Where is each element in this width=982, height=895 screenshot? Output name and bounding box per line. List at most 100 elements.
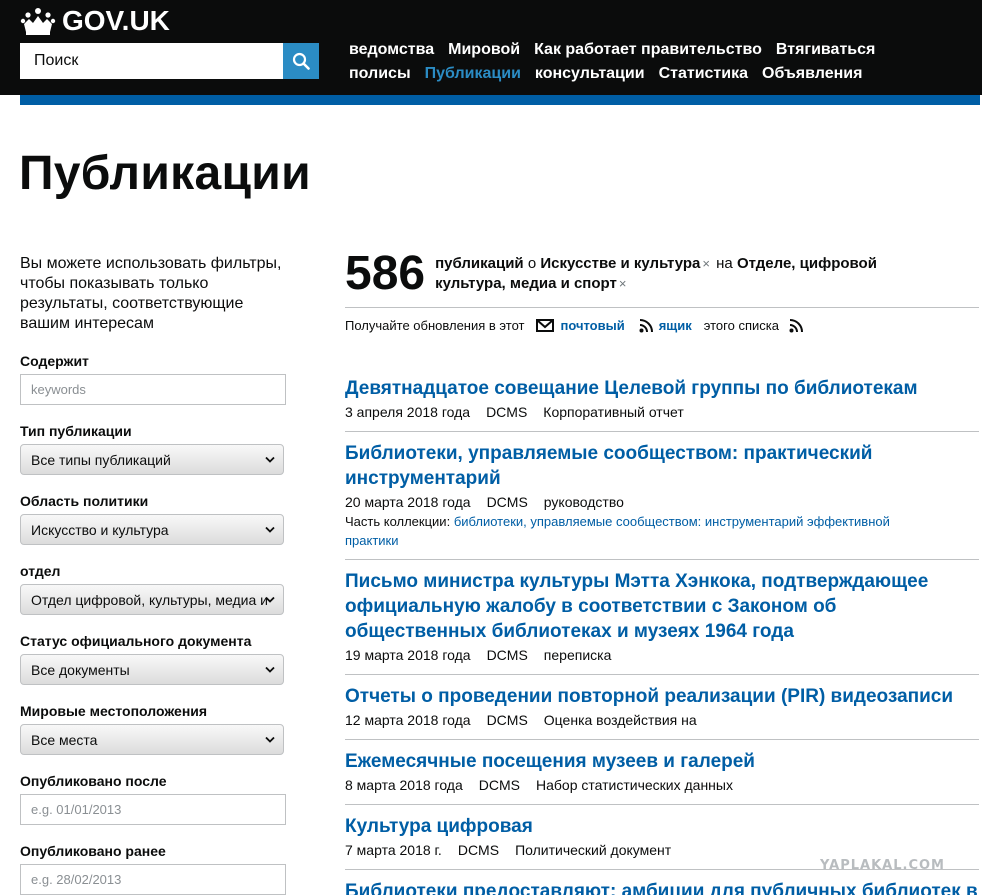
search-input[interactable] [20,43,283,79]
result-org: DCMS [478,777,520,793]
nav-item-announcements[interactable]: Объявления [762,65,862,83]
result-title-link[interactable]: Отчеты о проведении повторной реализации… [345,684,979,709]
result-item: Библиотеки предоставляют: амбиции для пу… [345,879,979,895]
result-date: 19 марта 2018 года [345,647,471,663]
filter-sidebar: Вы можете использовать фильтры, чтобы по… [20,254,290,895]
result-date: 20 марта 2018 года [345,494,471,510]
published-after-input[interactable] [20,794,286,825]
remove-topic-icon[interactable]: × [702,256,710,271]
results-word: публикаций [435,255,524,272]
result-title-link[interactable]: Библиотеки предоставляют: амбиции для пу… [345,879,979,895]
world-locations-label: Мировые местоположения [20,703,208,719]
nav-item-worldwide[interactable]: Мировой [448,41,520,59]
filter-intro: Вы можете использовать фильтры, чтобы по… [20,255,282,332]
remove-org-icon[interactable]: × [619,276,627,291]
chevron-down-icon [265,596,275,603]
result-type: Корпоративный отчет [543,404,684,420]
result-type: Набор статистических данных [536,777,733,793]
result-divider [345,559,979,560]
result-date: 3 апреля 2018 года [345,404,471,420]
nav-item-consultations[interactable]: консультации [535,65,645,83]
logo-text: GOV.UK [62,5,170,36]
published-before-label: Опубликовано ранее [20,843,166,859]
department-value: Отдел цифровой, культуры, медиа и [31,591,268,608]
official-status-select[interactable]: Все документы [20,654,284,685]
nav-item-get-involved[interactable]: Втягиваться [776,41,875,59]
result-meta: 12 марта 2018 года DCMS Оценка воздейств… [345,712,979,728]
result-type: Политический документ [515,842,672,858]
keywords-input[interactable] [20,374,286,405]
nav-row-1: ведомства Мировой Как работает правитель… [349,38,909,62]
topic-filter: Искусстве и культура [540,255,701,272]
contains-label: Содержит [20,353,89,369]
publication-type-value: Все типы публикаций [31,451,171,468]
chevron-down-icon [265,456,275,463]
result-org: DCMS [457,842,500,858]
result-title-link[interactable]: Ежемесячные посещения музеев и галерей [345,749,979,774]
result-org: DCMS [486,404,528,420]
result-meta: 3 апреля 2018 года DCMS Корпоративный от… [345,404,979,420]
department-label: отдел [20,563,61,579]
result-divider [345,739,979,740]
result-date: 7 марта 2018 г. [345,842,442,858]
result-title-link[interactable]: Девятнадцатое совещание Целевой группы п… [345,376,979,401]
result-divider [345,804,979,805]
in-word: на [716,255,733,272]
result-item: Девятнадцатое совещание Целевой группы п… [345,376,979,420]
subscribe-prefix: Получайте обновления в этот [345,318,525,333]
result-item: Отчеты о проведении повторной реализации… [345,684,979,728]
email-icon [536,319,555,332]
result-type: руководство [543,494,624,510]
publication-type-select[interactable]: Все типы публикаций [20,444,284,475]
department-select[interactable]: Отдел цифровой, культуры, медиа и [20,584,284,615]
result-type: переписка [543,647,612,663]
official-status-value: Все документы [31,661,130,678]
result-org: DCMS [486,647,528,663]
result-meta: 7 марта 2018 г. DCMS Политический докуме… [345,842,979,858]
result-title-link[interactable]: Библиотеки, управляемые сообществом: пра… [345,441,905,491]
about-word: о [527,255,537,272]
govuk-logo[interactable]: GOV.UK [20,4,170,38]
nav-item-how-government-works[interactable]: Как работает правительство [534,41,762,59]
main-nav: ведомства Мировой Как работает правитель… [349,38,909,86]
email-subscribe-link[interactable]: почтовый [560,318,624,333]
search-button[interactable] [283,43,319,79]
feed-subscribe-link[interactable]: ящик [659,318,692,333]
world-locations-value: Все места [31,731,98,748]
world-locations-select[interactable]: Все места [20,724,284,755]
nav-item-departments[interactable]: ведомства [349,41,434,59]
feed-icon[interactable] [789,318,803,333]
summary-divider [345,307,979,308]
chevron-down-icon [265,666,275,673]
policy-area-select[interactable]: Искусство и культура [20,514,284,545]
result-collection: Часть коллекции: библиотеки, управляемые… [345,512,945,550]
publication-type-label: Тип публикации [20,423,132,439]
page-title: Публикации [19,147,311,200]
policy-area-value: Искусство и культура [31,521,169,538]
results-description: публикаций о Искусстве и культура × на От… [435,254,925,294]
nav-item-publications[interactable]: Публикации [425,65,521,83]
search-icon [292,52,310,70]
official-status-label: Статус официального документа [20,633,252,649]
watermark: YAPLAKAL.COM [820,858,945,873]
published-after-label: Опубликовано после [20,773,167,789]
published-before-input[interactable] [20,864,286,895]
header-accent-bar [20,95,980,105]
site-header: GOV.UK ведомства Мировой Как работает пр… [0,0,982,95]
nav-item-statistics[interactable]: Статистика [659,65,748,83]
result-item: Культура цифровая 7 марта 2018 г. DCMS П… [345,814,979,858]
policy-area-label: Область политики [20,493,149,509]
search-form [20,43,319,79]
subscribe-bar: Получайте обновления в этот почтовый ящи… [345,318,809,333]
result-title-link[interactable]: Письмо министра культуры Мэтта Хэнкока, … [345,569,979,644]
result-item: Ежемесячные посещения музеев и галерей 8… [345,749,979,793]
chevron-down-icon [265,736,275,743]
result-divider [345,674,979,675]
result-org: DCMS [486,494,528,510]
collection-prefix: Часть коллекции: [345,514,451,529]
subscribe-suffix: этого списка [703,318,779,333]
crown-icon [20,8,56,35]
nav-item-policies[interactable]: полисы [349,65,411,83]
result-meta: 20 марта 2018 года DCMS руководство [345,494,979,510]
result-title-link[interactable]: Культура цифровая [345,814,979,839]
